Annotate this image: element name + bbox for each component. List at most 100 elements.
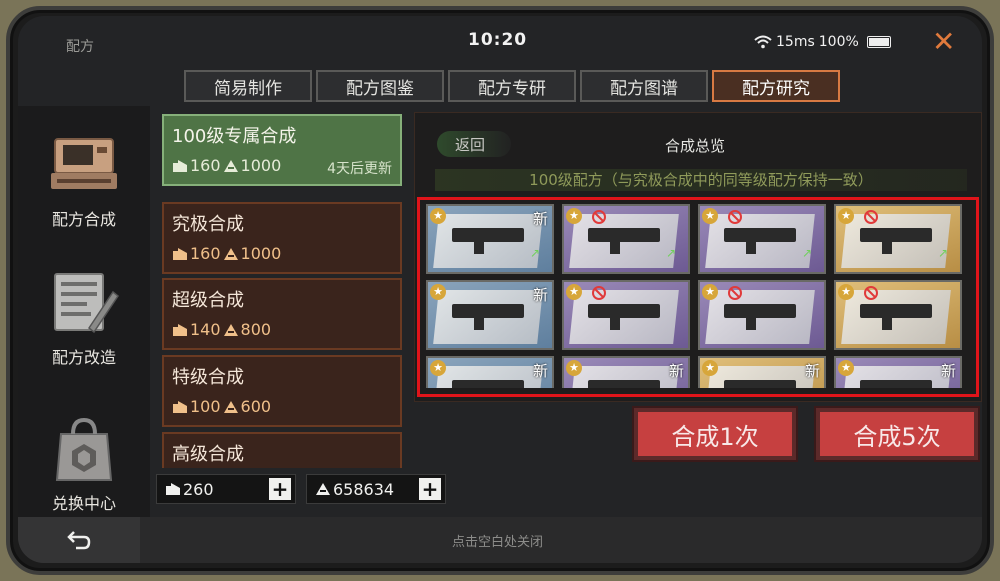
material-pile-icon xyxy=(223,247,238,260)
new-badge: 新 xyxy=(532,210,548,228)
new-badge: 新 xyxy=(532,362,548,380)
recipe-item-ultimate[interactable]: 究极合成 160 1000 xyxy=(162,202,402,274)
cost-blueprint: 100 xyxy=(190,397,221,416)
weapon-icon xyxy=(860,304,932,330)
blueprint-card[interactable]: ★ 新 ↗ xyxy=(426,204,554,274)
weapon-icon xyxy=(452,304,524,330)
material-pile-icon xyxy=(223,323,238,336)
blueprint-token-icon xyxy=(173,247,187,260)
blueprint-balance: 260 + xyxy=(156,474,296,504)
blueprint-card[interactable]: ★ 新 xyxy=(562,356,690,388)
blueprint-card[interactable]: ★ xyxy=(834,280,962,350)
tab-recipe-atlas[interactable]: 配方图谱 xyxy=(580,70,708,102)
star-badge-icon: ★ xyxy=(430,360,446,376)
blueprint-card[interactable]: ★ xyxy=(562,280,690,350)
material-pile-icon xyxy=(223,159,238,172)
cost-blueprint: 140 xyxy=(190,320,221,339)
overview-title: 合成总览 xyxy=(665,137,726,155)
prohibited-icon xyxy=(728,210,742,224)
prohibited-icon xyxy=(864,286,878,300)
weapon-icon xyxy=(452,228,524,254)
blueprint-card[interactable]: ★ 新 xyxy=(698,356,826,388)
add-blueprint-button[interactable]: + xyxy=(269,478,291,500)
upgrade-arrow-icon: ↗ xyxy=(937,246,948,260)
weapon-icon xyxy=(724,304,796,330)
star-badge-icon: ★ xyxy=(838,208,854,224)
wifi-icon xyxy=(754,35,772,49)
tab-recipe-research[interactable]: 配方研究 xyxy=(712,70,840,102)
back-toggle[interactable]: 返回 xyxy=(437,131,511,157)
star-badge-icon: ★ xyxy=(566,360,582,376)
recipe-item-advanced[interactable]: 高级合成 xyxy=(162,432,402,468)
device-frame: 配方 10:20 15ms 100% ✕ 简易制作 配方图鉴 配方专研 配方图谱… xyxy=(6,6,994,575)
upgrade-arrow-icon: ↗ xyxy=(665,246,676,260)
recipe-name: 特级合成 xyxy=(172,367,244,388)
back-button[interactable] xyxy=(18,517,140,563)
recipe-name: 高级合成 xyxy=(172,444,244,465)
weapon-icon xyxy=(860,380,932,388)
refresh-countdown: 4天后更新 xyxy=(327,161,392,177)
new-badge: 新 xyxy=(532,286,548,304)
blueprint-grid[interactable]: ★ 新 ↗ ★ ↗ ★ ↗ ★ ↗ ★ 新 ★ ★ ★ ★ 新 ★ 新 ★ 新 ★ 新 xyxy=(426,204,966,388)
star-badge-icon: ★ xyxy=(566,208,582,224)
weapon-icon xyxy=(588,304,660,330)
upgrade-arrow-icon: ↗ xyxy=(801,246,812,260)
recipe-name: 超级合成 xyxy=(172,290,244,311)
tab-recipe-study[interactable]: 配方专研 xyxy=(448,70,576,102)
clock: 10:20 xyxy=(468,30,528,50)
blueprint-card[interactable]: ★ ↗ xyxy=(562,204,690,274)
weapon-icon xyxy=(588,228,660,254)
craft-five-button[interactable]: 合成5次 xyxy=(814,406,980,462)
star-badge-icon: ★ xyxy=(702,360,718,376)
blueprint-card[interactable]: ★ ↗ xyxy=(698,204,826,274)
close-icon[interactable]: ✕ xyxy=(932,28,955,56)
weapon-icon xyxy=(724,380,796,388)
nav-item-recipe-modify[interactable]: 配方改造 xyxy=(18,266,150,368)
blueprint-card[interactable]: ★ xyxy=(698,280,826,350)
blueprint-token-icon xyxy=(166,483,180,495)
blueprint-card[interactable]: ★ 新 xyxy=(426,356,554,388)
tab-simple-craft[interactable]: 简易制作 xyxy=(184,70,312,102)
cost-material: 1000 xyxy=(240,156,282,175)
blueprint-token-icon xyxy=(173,159,187,172)
recipe-item-lv100[interactable]: 100级专属合成 160 1000 4天后更新 xyxy=(162,114,402,186)
star-badge-icon: ★ xyxy=(430,284,446,300)
bottom-bar: 点击空白处关闭 xyxy=(18,517,982,563)
blueprint-token-icon xyxy=(173,323,187,336)
star-badge-icon: ★ xyxy=(566,284,582,300)
prohibited-icon xyxy=(864,210,878,224)
battery-text: 100% xyxy=(818,34,859,50)
network-status: 15ms 100% xyxy=(754,34,891,50)
material-balance: 658634 + xyxy=(306,474,446,504)
recipe-item-special[interactable]: 特级合成 100 600 xyxy=(162,355,402,427)
nav-item-exchange-center[interactable]: 兑换中心 xyxy=(18,412,150,514)
tab-recipe-catalog[interactable]: 配方图鉴 xyxy=(316,70,444,102)
material-pile-icon xyxy=(316,483,330,495)
blueprint-amount: 260 xyxy=(183,479,214,499)
weapon-icon xyxy=(588,380,660,388)
cost-blueprint: 160 xyxy=(190,156,221,175)
recipe-list[interactable]: 100级专属合成 160 1000 4天后更新 究极合成 160 1000 超级… xyxy=(156,112,406,468)
cost-material: 800 xyxy=(240,320,272,339)
status-bar: 配方 10:20 15ms 100% ✕ xyxy=(18,16,982,72)
new-badge: 新 xyxy=(668,362,684,380)
highlight-frame: ★ 新 ↗ ★ ↗ ★ ↗ ★ ↗ ★ 新 ★ ★ ★ ★ 新 ★ 新 ★ 新 ★ 新 xyxy=(417,197,979,397)
latency-text: 15ms xyxy=(776,34,815,50)
nav-item-recipe-craft[interactable]: 配方合成 xyxy=(18,128,150,230)
blueprint-card[interactable]: ★ 新 xyxy=(426,280,554,350)
recipe-name: 100级专属合成 xyxy=(172,126,297,147)
material-amount: 658634 xyxy=(333,479,395,499)
blueprint-card[interactable]: ★ ↗ xyxy=(834,204,962,274)
blueprint-token-icon xyxy=(173,400,187,413)
upgrade-arrow-icon: ↗ xyxy=(529,246,540,260)
weapon-icon xyxy=(452,380,524,388)
prohibited-icon xyxy=(592,286,606,300)
add-material-button[interactable]: + xyxy=(419,478,441,500)
close-hint: 点击空白处关闭 xyxy=(452,535,544,550)
blueprint-edit-icon xyxy=(47,266,121,340)
recipe-item-super[interactable]: 超级合成 140 800 xyxy=(162,278,402,350)
star-badge-icon: ★ xyxy=(838,284,854,300)
craft-once-button[interactable]: 合成1次 xyxy=(632,406,798,462)
blueprint-card[interactable]: ★ 新 xyxy=(834,356,962,388)
recipe-costs: 160 1000 xyxy=(172,244,392,263)
